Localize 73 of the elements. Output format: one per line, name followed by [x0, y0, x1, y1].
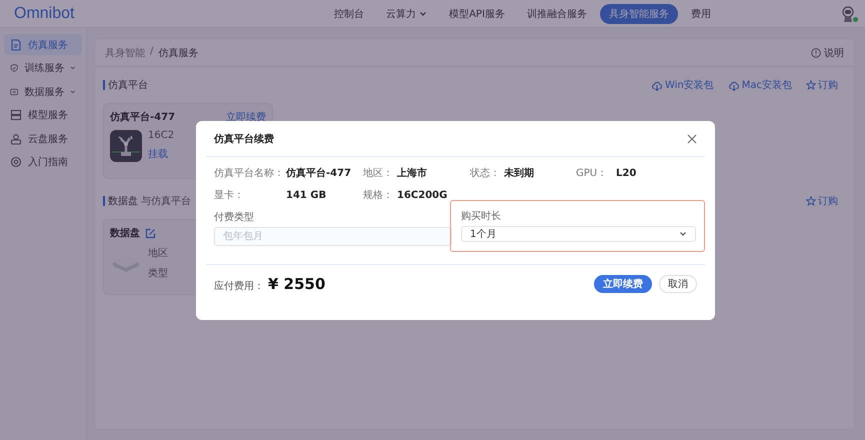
nav-item[interactable]: 模型API服务 [440, 4, 514, 24]
sidebar-item[interactable]: 模型服务 [4, 104, 82, 126]
nav-item[interactable]: 费用 [682, 4, 720, 24]
nav-item[interactable]: 具身智能服务 [600, 4, 678, 24]
field-label: 付费类型 [214, 210, 255, 224]
person-card-icon [10, 132, 22, 144]
nav-item[interactable]: 控制台 [325, 4, 374, 24]
server-icon [10, 109, 22, 121]
cancel-button[interactable]: 取消 [659, 275, 697, 293]
chevron-down-icon [70, 88, 76, 96]
avatar-icon [841, 6, 855, 22]
sidebar-item[interactable]: 仿真服务 [4, 34, 82, 55]
info-value: 仿真平台-477 [286, 166, 352, 180]
accent-bar [103, 80, 105, 90]
star-icon [806, 80, 816, 90]
chevron-down-icon [70, 64, 76, 72]
sidebar-item[interactable]: 数据服务 [4, 81, 82, 102]
info-label: 地区： [363, 166, 394, 180]
card-title: 数据盘 [110, 226, 140, 240]
robot-arm-icon [110, 130, 142, 162]
breadcrumb-item[interactable]: 具身智能 [105, 46, 145, 60]
renew-link[interactable]: 立即续费 [226, 110, 266, 124]
cloud-download-icon [728, 80, 740, 90]
document-icon [10, 38, 22, 50]
breadcrumb-separator: / [150, 46, 154, 58]
total-label: 应付费用： [214, 280, 264, 293]
sidebar-item[interactable]: 云盘服务 [4, 128, 82, 149]
chevron-down-icon [679, 230, 687, 238]
edit-icon [145, 228, 156, 238]
total-amount: ¥ 2550 [268, 275, 326, 293]
info-label: 状态： [470, 166, 501, 180]
info-value: 16C200G [397, 190, 448, 200]
action-link[interactable]: 订购 [806, 78, 838, 92]
info-label: 显卡： [214, 188, 245, 202]
action-link[interactable]: Win安装包 [650, 78, 714, 92]
info-value: 141 GB [286, 190, 328, 200]
close-button[interactable] [687, 134, 697, 144]
info-value: L20 [616, 168, 638, 178]
info-label: 仿真平台名称： [214, 166, 285, 180]
logo: Omnibot [14, 4, 76, 22]
info-value: 上海市 [397, 166, 428, 180]
card-title: 仿真平台-477 [110, 110, 176, 124]
cloud-download-icon [650, 80, 663, 90]
card-detail: 类型 [148, 266, 168, 280]
mount-link[interactable]: 挂载 [148, 147, 174, 161]
info-value: 未到期 [504, 166, 535, 180]
accent-bar [103, 196, 105, 206]
nav-item[interactable]: 训推融合服务 [518, 4, 596, 24]
info-label: 规格： [363, 188, 394, 202]
section-subtitle: 与仿真平台 [141, 194, 191, 208]
breadcrumb-item: 仿真服务 [158, 46, 198, 60]
dialog-title: 仿真平台续费 [214, 132, 274, 146]
input-field: 包年包月 [214, 227, 452, 246]
sidebar-item[interactable]: 训练服务 [4, 58, 82, 78]
section-title: 数据盘 [108, 195, 138, 208]
shield-icon [10, 62, 18, 74]
star-icon [806, 196, 816, 206]
field-label: 购买时长 [461, 210, 502, 223]
help-link[interactable]: 说明 [811, 46, 844, 60]
section-title: 仿真平台 [108, 78, 148, 92]
action-link[interactable]: 订购 [806, 194, 838, 208]
nav-item[interactable]: 云算力 [377, 4, 436, 24]
action-link[interactable]: Mac安装包 [728, 78, 792, 92]
info-label: GPU： [576, 167, 608, 180]
card-detail: 16C2 [148, 130, 174, 141]
card-detail: 地区 [148, 246, 168, 260]
renew-button[interactable]: 立即续费 [594, 275, 652, 293]
sidebar-item[interactable]: 入门指南 [4, 152, 82, 172]
select-field[interactable]: 1个月 [461, 226, 696, 242]
info-icon [811, 48, 821, 58]
gear-icon [10, 156, 22, 168]
close-icon [687, 134, 697, 144]
chevron-down-icon [419, 10, 428, 18]
